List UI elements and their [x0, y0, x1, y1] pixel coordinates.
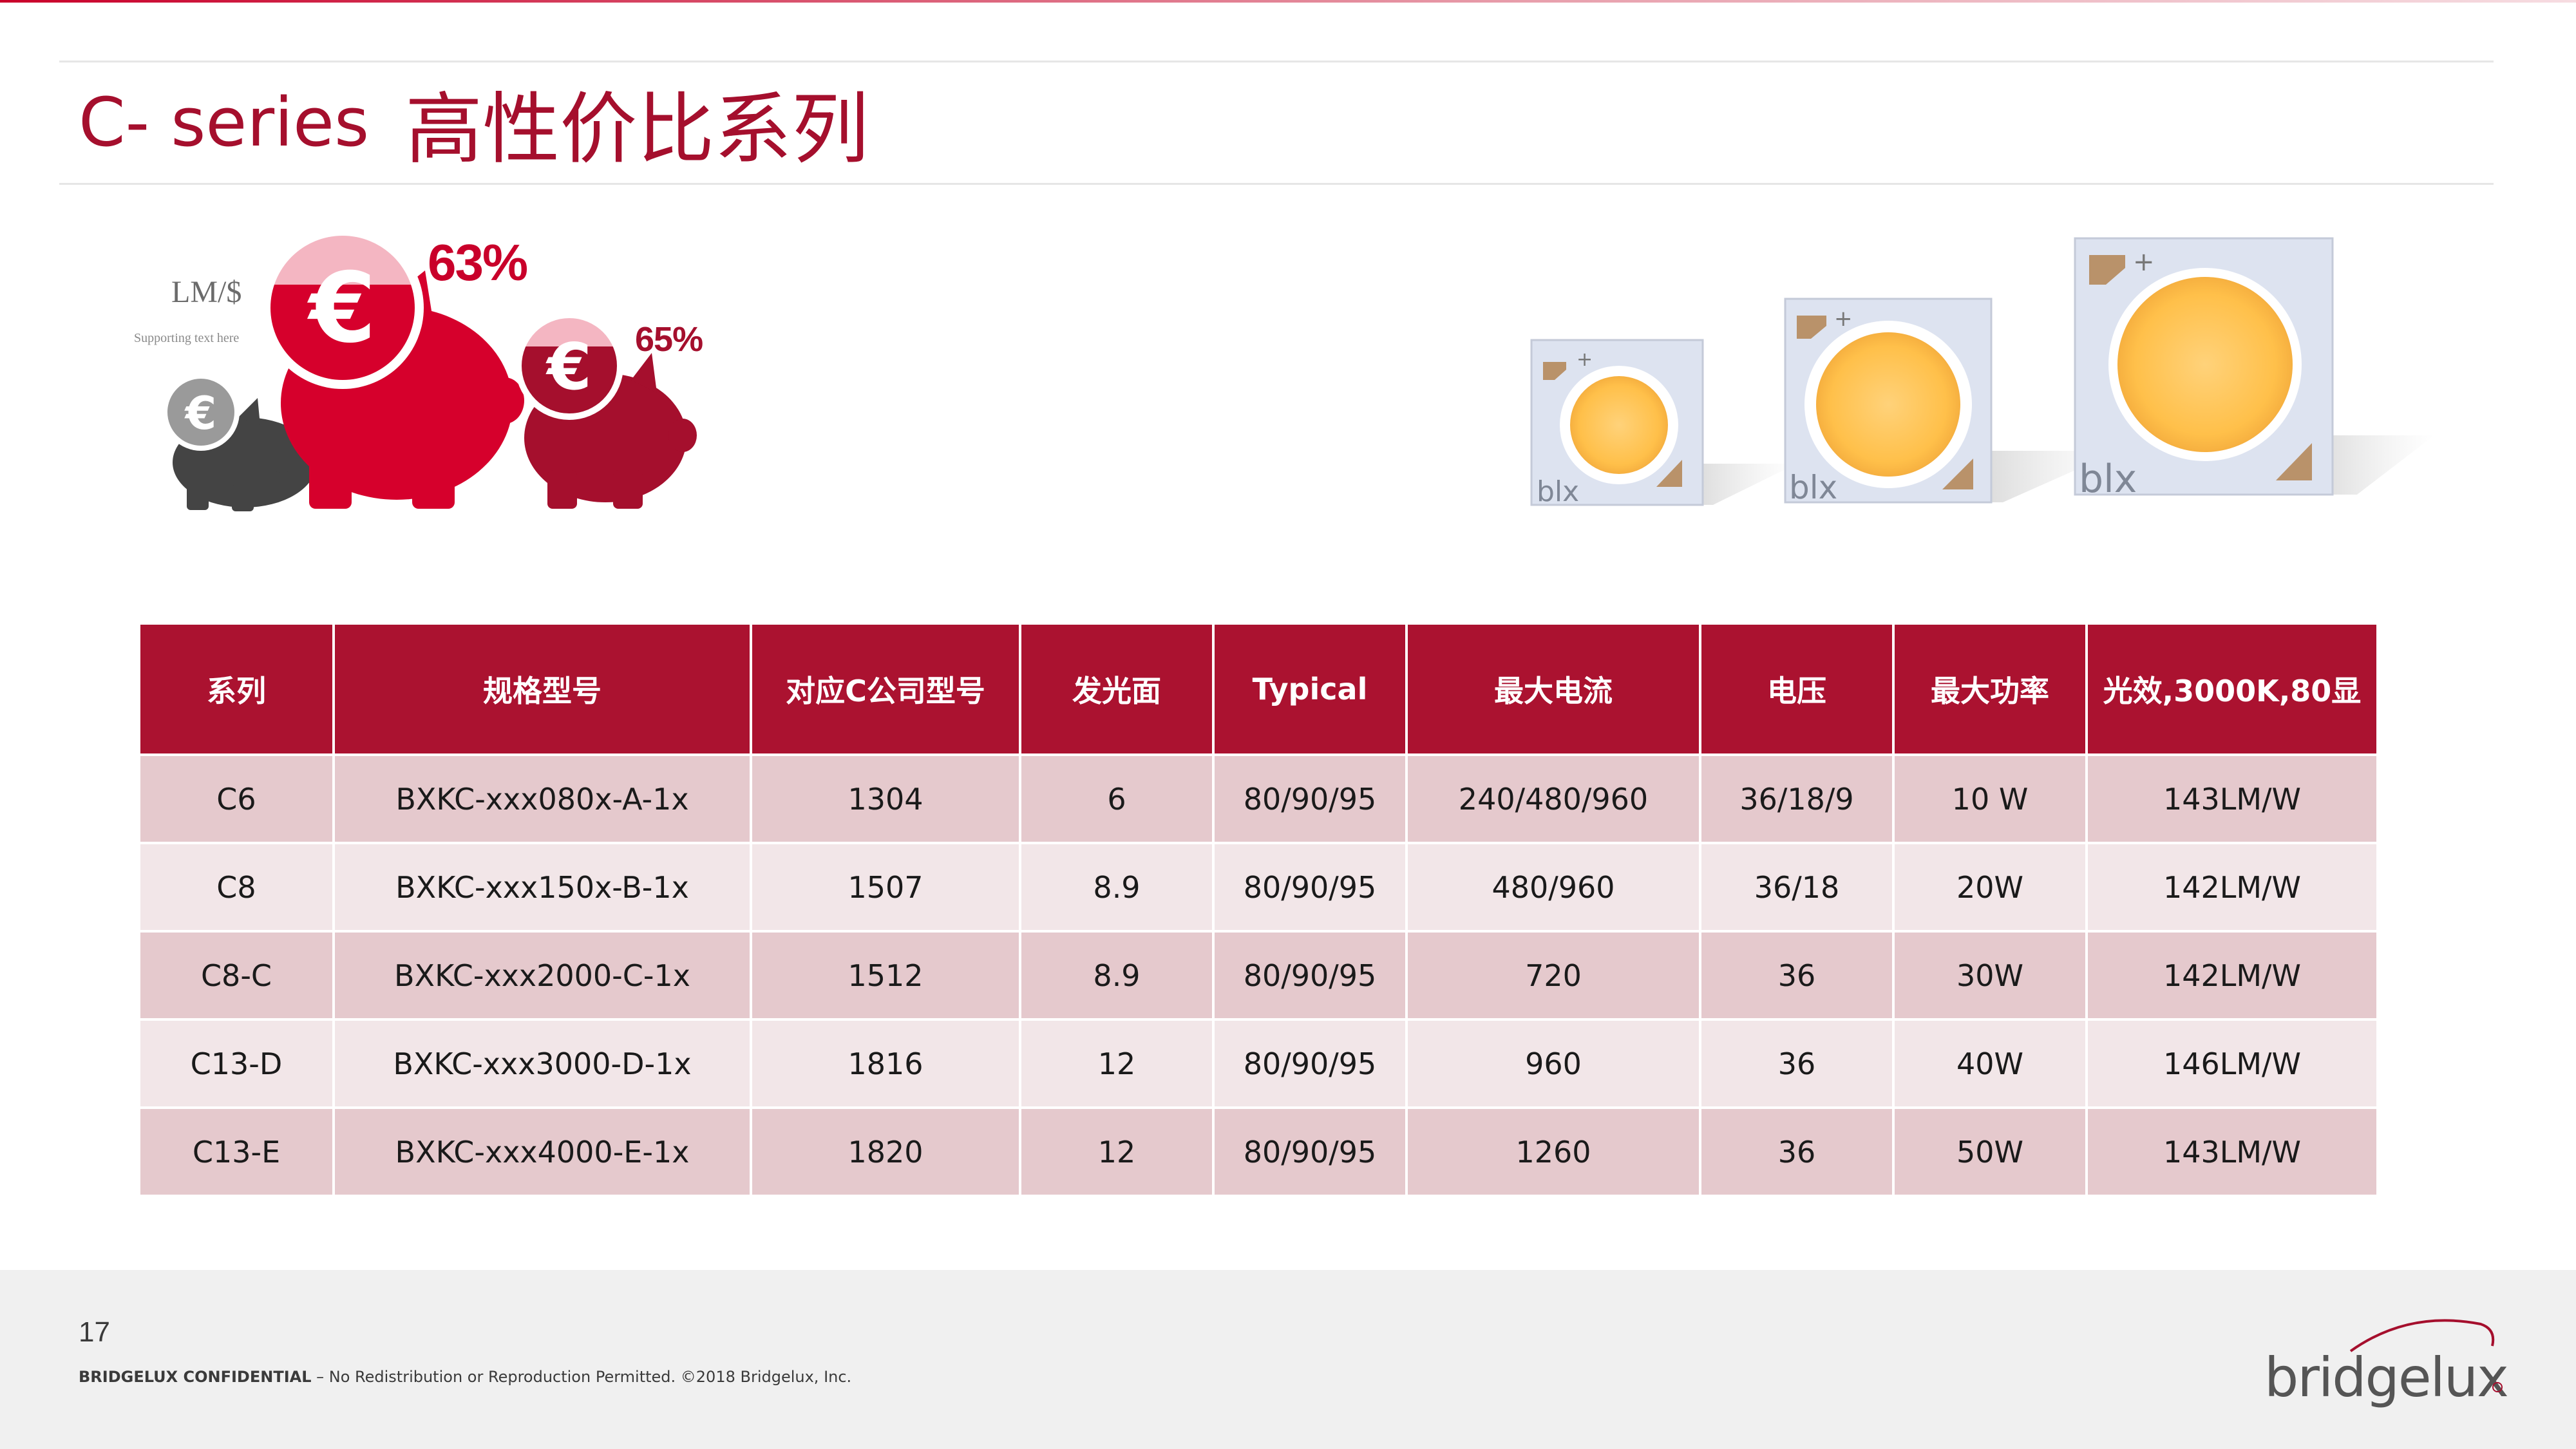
col-header-les: 发光面	[1020, 625, 1215, 755]
table-cell: 480/960	[1406, 842, 1701, 931]
table-cell: BXKC-xxx3000-D-1x	[334, 1018, 752, 1108]
page-number: 17	[79, 1316, 110, 1348]
led-chip-small: + blx	[1530, 339, 1797, 508]
table-cell: 960	[1406, 1018, 1701, 1108]
table-row: C13-E BXKC-xxx4000-E-1x 1820 12 80/90/95…	[140, 1106, 2376, 1195]
table-cell: 36/18	[1700, 842, 1895, 931]
table-cell: 12	[1020, 1018, 1215, 1108]
table-cell: 20W	[1893, 842, 2088, 931]
table-cell: BXKC-xxx080x-A-1x	[334, 753, 752, 843]
col-header-max-power: 最大功率	[1893, 625, 2088, 755]
led-chip-medium: + blx	[1784, 298, 2119, 506]
table-cell: C8	[140, 842, 335, 931]
table-cell: 40W	[1893, 1018, 2088, 1108]
table-cell: 80/90/95	[1213, 1106, 1408, 1195]
table-cell: 146LM/W	[2087, 1018, 2376, 1108]
table-cell: 142LM/W	[2087, 842, 2376, 931]
table-cell: 6	[1020, 753, 1215, 843]
confidential-text: – No Redistribution or Reproduction Perm…	[311, 1368, 852, 1386]
col-header-efficacy: 光效,3000K,80显	[2087, 625, 2376, 755]
table-cell: 142LM/W	[2087, 930, 2376, 1019]
table-row: C8 BXKC-xxx150x-B-1x 1507 8.9 80/90/95 4…	[140, 842, 2376, 931]
table-header-row: 系列 规格型号 对应C公司型号 发光面 Typical 最大电流 电压 最大功率…	[140, 625, 2376, 755]
col-header-model: 规格型号	[334, 625, 752, 755]
table-cell: 8.9	[1020, 930, 1215, 1019]
col-header-max-current: 最大电流	[1406, 625, 1701, 755]
table-cell: 36	[1700, 1106, 1895, 1195]
table-cell: 8.9	[1020, 842, 1215, 931]
svg-text:blx: blx	[1789, 469, 1837, 506]
led-chip-large: + blx	[2074, 237, 2434, 502]
svg-text:+: +	[1577, 348, 1593, 371]
table-row: C13-D BXKC-xxx3000-D-1x 1816 12 80/90/95…	[140, 1018, 2376, 1108]
table-cell: 80/90/95	[1213, 1018, 1408, 1108]
table-cell: 1816	[751, 1018, 1021, 1108]
table-cell: C8-C	[140, 930, 335, 1019]
table-row: C8-C BXKC-xxx2000-C-1x 1512 8.9 80/90/95…	[140, 930, 2376, 1019]
table-cell: BXKC-xxx4000-E-1x	[334, 1106, 752, 1195]
table-cell: 80/90/95	[1213, 930, 1408, 1019]
table-cell: 240/480/960	[1406, 753, 1701, 843]
table-cell: C13-E	[140, 1106, 335, 1195]
table-cell: 143LM/W	[2087, 1106, 2376, 1195]
col-header-series: 系列	[140, 625, 335, 755]
table-cell: 1512	[751, 930, 1021, 1019]
confidential-label: BRIDGELUX CONFIDENTIAL	[79, 1368, 312, 1386]
table-cell: 36	[1700, 1018, 1895, 1108]
svg-text:+: +	[1834, 306, 1853, 332]
col-header-typical: Typical	[1213, 625, 1408, 755]
table-cell: 36	[1700, 930, 1895, 1019]
table-cell: 143LM/W	[2087, 753, 2376, 843]
table-cell: 720	[1406, 930, 1701, 1019]
svg-text:+: +	[2133, 247, 2155, 277]
table-cell: 1507	[751, 842, 1021, 931]
table-cell: BXKC-xxx150x-B-1x	[334, 842, 752, 931]
table-cell: 10 W	[1893, 753, 2088, 843]
table-cell: 1304	[751, 753, 1021, 843]
table-cell: C13-D	[140, 1018, 335, 1108]
table-cell: 1820	[751, 1106, 1021, 1195]
bridgelux-logo: bridgelux	[2264, 1319, 2509, 1409]
table-row: C6 BXKC-xxx080x-A-1x 1304 6 80/90/95 240…	[140, 753, 2376, 843]
confidential-notice: BRIDGELUX CONFIDENTIAL – No Redistributi…	[79, 1368, 851, 1386]
svg-text:bridgelux: bridgelux	[2264, 1346, 2508, 1409]
footer-band	[0, 1270, 2576, 1449]
table-cell: 80/90/95	[1213, 842, 1408, 931]
table-cell: 1260	[1406, 1106, 1701, 1195]
svg-text:blx: blx	[1537, 475, 1579, 508]
table-cell: 80/90/95	[1213, 753, 1408, 843]
svg-text:blx: blx	[2079, 457, 2137, 502]
table-cell: BXKC-xxx2000-C-1x	[334, 930, 752, 1019]
col-header-voltage: 电压	[1700, 625, 1895, 755]
table-cell: 12	[1020, 1106, 1215, 1195]
table-cell: 30W	[1893, 930, 2088, 1019]
table-cell: 36/18/9	[1700, 753, 1895, 843]
cob-led-chips-illustration: + blx + blx + blx	[1530, 237, 2434, 508]
spec-table: 系列 规格型号 对应C公司型号 发光面 Typical 最大电流 电压 最大功率…	[140, 625, 2376, 1195]
col-header-c-model: 对应C公司型号	[751, 625, 1021, 755]
table-cell: 50W	[1893, 1106, 2088, 1195]
table-cell: C6	[140, 753, 335, 843]
